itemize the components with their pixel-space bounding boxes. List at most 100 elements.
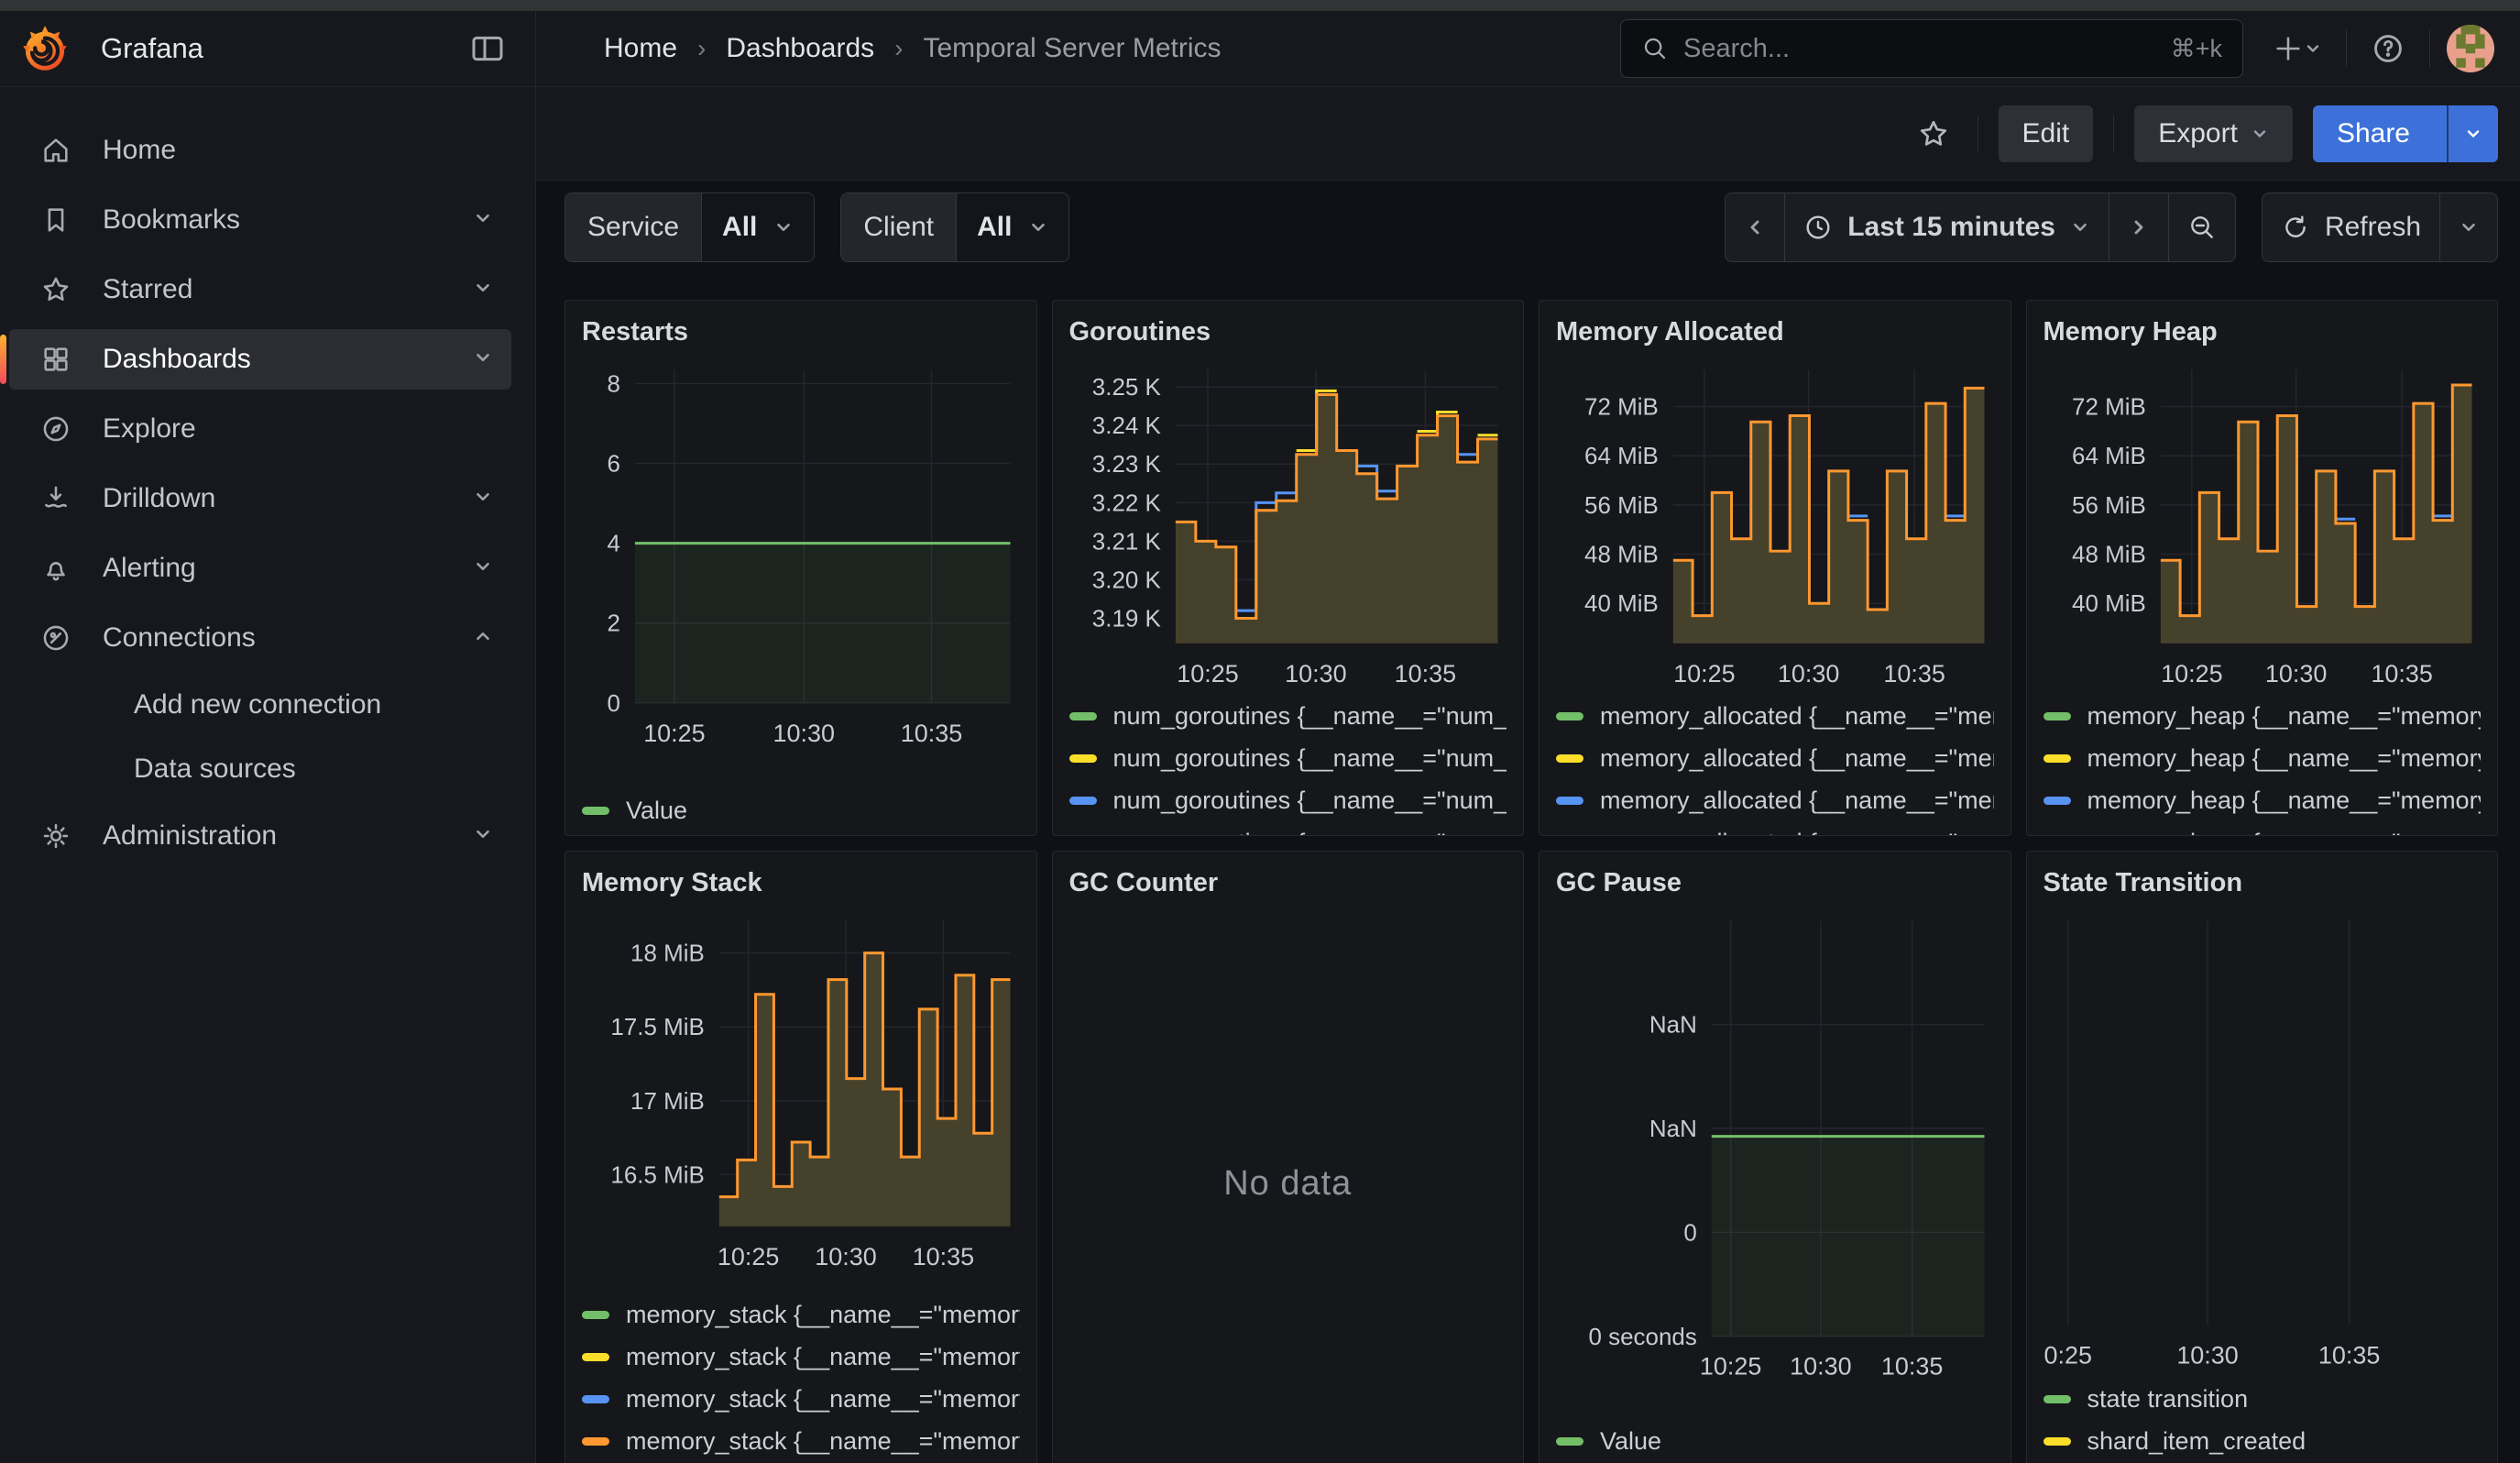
panel-title[interactable]: State Transition [2043, 868, 2482, 898]
sidebar-item-home[interactable]: Home [9, 120, 511, 181]
refresh-button[interactable]: Refresh [2263, 193, 2439, 261]
search-box[interactable]: ⌘+k [1620, 19, 2243, 78]
sidebar-item-explore[interactable]: Explore [9, 399, 511, 459]
sidebar-item-add-new-connection[interactable]: Add new connection [9, 677, 511, 732]
sidebar-item-alerting[interactable]: Alerting [9, 538, 511, 599]
panel-title[interactable]: GC Pause [1556, 868, 1994, 898]
legend-swatch [2043, 754, 2071, 763]
zoom-out-icon [2187, 213, 2217, 242]
grafana-logo-icon[interactable] [20, 24, 70, 73]
sidebar-item-administration[interactable]: Administration [9, 806, 511, 866]
svg-text:10:30: 10:30 [1778, 660, 1840, 688]
legend-swatch [1069, 797, 1097, 805]
legend-item[interactable]: memory_stack {__name__="memory_s [582, 1299, 1020, 1330]
window-top-strip [0, 0, 2520, 11]
memory-stack-chart[interactable]: 16.5 MiB17 MiB17.5 MiB18 MiB10:2510:3010… [582, 911, 1020, 1278]
goroutines-chart[interactable]: 3.19 K3.20 K3.21 K3.22 K3.23 K3.24 K3.25… [1069, 360, 1507, 695]
legend-label: shard_item_created [2087, 1427, 2306, 1456]
sidebar-item-drilldown[interactable]: Drilldown [9, 468, 511, 529]
add-new-button[interactable] [2265, 26, 2329, 72]
legend-item[interactable]: memory_stack {__name__="memory_s [582, 1383, 1020, 1414]
state-transition-chart[interactable]: 0:2510:3010:35 [2043, 911, 2482, 1377]
restarts-chart[interactable]: 0246810:2510:3010:35 [582, 360, 1020, 754]
chevron-down-icon [473, 347, 493, 372]
legend-item[interactable]: memory_heap {__name__="memory_h [2043, 700, 2482, 732]
panel-title[interactable]: Memory Allocated [1556, 317, 1994, 347]
breadcrumb-home[interactable]: Home [604, 33, 677, 64]
avatar[interactable] [2447, 25, 2494, 72]
panel-memory-allocated: Memory Allocated 40 MiB48 MiB56 MiB64 Mi… [1539, 300, 2011, 836]
sidebar-collapse-button[interactable] [462, 23, 513, 74]
variable-service-value[interactable]: All [701, 193, 814, 261]
legend-item[interactable]: memory_allocated {__name__="memo [1556, 785, 1994, 816]
legend-item[interactable]: memory_heap {__name__="memory_h [2043, 827, 2482, 836]
legend-item[interactable]: memory_stack {__name__="memory_s [582, 1425, 1020, 1457]
share-button[interactable]: Share [2313, 105, 2498, 162]
favorite-star-button[interactable] [1910, 110, 1957, 158]
legend-item[interactable]: memory_heap {__name__="memory_h [2043, 742, 2482, 774]
legend-item[interactable]: num_goroutines {__name__="num_go [1069, 785, 1507, 816]
svg-text:40 MiB: 40 MiB [2072, 589, 2146, 617]
legend-swatch [582, 1353, 609, 1361]
legend-item[interactable]: memory_stack {__name__="memory_s [582, 1341, 1020, 1372]
panel-restarts: Restarts 0246810:2510:3010:35 Value [564, 300, 1037, 836]
legend-item[interactable]: memory_allocated {__name__="memo [1556, 700, 1994, 732]
export-button[interactable]: Export [2134, 105, 2293, 162]
sidebar-item-data-sources[interactable]: Data sources [9, 742, 511, 797]
legend-item[interactable]: num_goroutines {__name__="num_go [1069, 700, 1507, 732]
dashboards-grid-icon [40, 344, 71, 375]
legend-label: memory_stack {__name__="memory_s [626, 1343, 1020, 1371]
panel-title[interactable]: Memory Heap [2043, 317, 2482, 347]
legend-item[interactable]: Value [1556, 1425, 1994, 1457]
legend-label: memory_heap {__name__="memory_h [2087, 786, 2482, 815]
memory-allocated-chart[interactable]: 40 MiB48 MiB56 MiB64 MiB72 MiB10:2510:30… [1556, 360, 1994, 695]
legend-label: memory_allocated {__name__="memo [1600, 786, 1994, 815]
gc-pause-chart[interactable]: 0 seconds0NaNNaN10:2510:3010:35 [1556, 911, 1994, 1388]
legend-item[interactable]: num_goroutines {__name__="num_go [1069, 827, 1507, 836]
sidebar-item-bookmarks[interactable]: Bookmarks [9, 190, 511, 250]
chevron-right-icon [2128, 216, 2150, 238]
time-range-picker[interactable]: Last 15 minutes [1784, 193, 2109, 261]
divider [2346, 30, 2347, 67]
panel-goroutines: Goroutines 3.19 K3.20 K3.21 K3.22 K3.23 … [1052, 300, 1525, 836]
svg-text:3.22 K: 3.22 K [1091, 489, 1161, 516]
chevron-down-icon [473, 487, 493, 512]
edit-button[interactable]: Edit [1999, 105, 2094, 162]
search-input[interactable] [1683, 34, 2156, 64]
svg-text:72 MiB: 72 MiB [1584, 392, 1659, 420]
time-shift-forward-button[interactable] [2109, 193, 2168, 261]
sidebar-item-connections[interactable]: Connections [9, 608, 511, 668]
legend-item[interactable]: memory_heap {__name__="memory_h [2043, 785, 2482, 816]
panel-title[interactable]: Goroutines [1069, 317, 1507, 347]
legend-item[interactable]: num_goroutines {__name__="num_go [1069, 742, 1507, 774]
legend-swatch [2043, 797, 2071, 805]
legend-item[interactable]: shard_item_created [2043, 1425, 2482, 1457]
panel-title[interactable]: Restarts [582, 317, 1020, 347]
memory-heap-chart[interactable]: 40 MiB48 MiB56 MiB64 MiB72 MiB10:2510:30… [2043, 360, 2482, 695]
legend-item[interactable]: memory_allocated {__name__="memo [1556, 742, 1994, 774]
svg-text:56 MiB: 56 MiB [1584, 491, 1659, 519]
legend-swatch [1069, 712, 1097, 720]
legend-swatch [1556, 754, 1583, 763]
share-menu-caret[interactable] [2447, 105, 2498, 162]
legend-item[interactable]: state transition [2043, 1383, 2482, 1414]
refresh-interval-caret[interactable] [2439, 193, 2497, 261]
panel-state-transition: State Transition 0:2510:3010:35 state tr… [2026, 851, 2499, 1463]
breadcrumb-dashboards[interactable]: Dashboards [726, 33, 874, 64]
panel-title[interactable]: Memory Stack [582, 868, 1020, 898]
chevron-down-icon [473, 556, 493, 581]
legend-label: memory_stack {__name__="memory_s [626, 1427, 1020, 1456]
svg-text:3.21 K: 3.21 K [1091, 527, 1161, 555]
panel-title[interactable]: GC Counter [1069, 868, 1507, 898]
sidebar-item-starred[interactable]: Starred [9, 259, 511, 320]
sidebar-item-dashboards[interactable]: Dashboards [9, 329, 511, 390]
plus-icon [2273, 33, 2304, 64]
zoom-out-button[interactable] [2168, 193, 2235, 261]
help-button[interactable] [2363, 24, 2413, 73]
variable-client-value[interactable]: All [956, 193, 1068, 261]
legend-item[interactable]: Value [582, 795, 1020, 826]
app-title: Grafana [101, 32, 203, 65]
time-shift-back-button[interactable] [1726, 193, 1784, 261]
svg-text:10:30: 10:30 [2264, 660, 2327, 688]
legend-item[interactable]: memory_allocated {__name__="memo [1556, 827, 1994, 836]
